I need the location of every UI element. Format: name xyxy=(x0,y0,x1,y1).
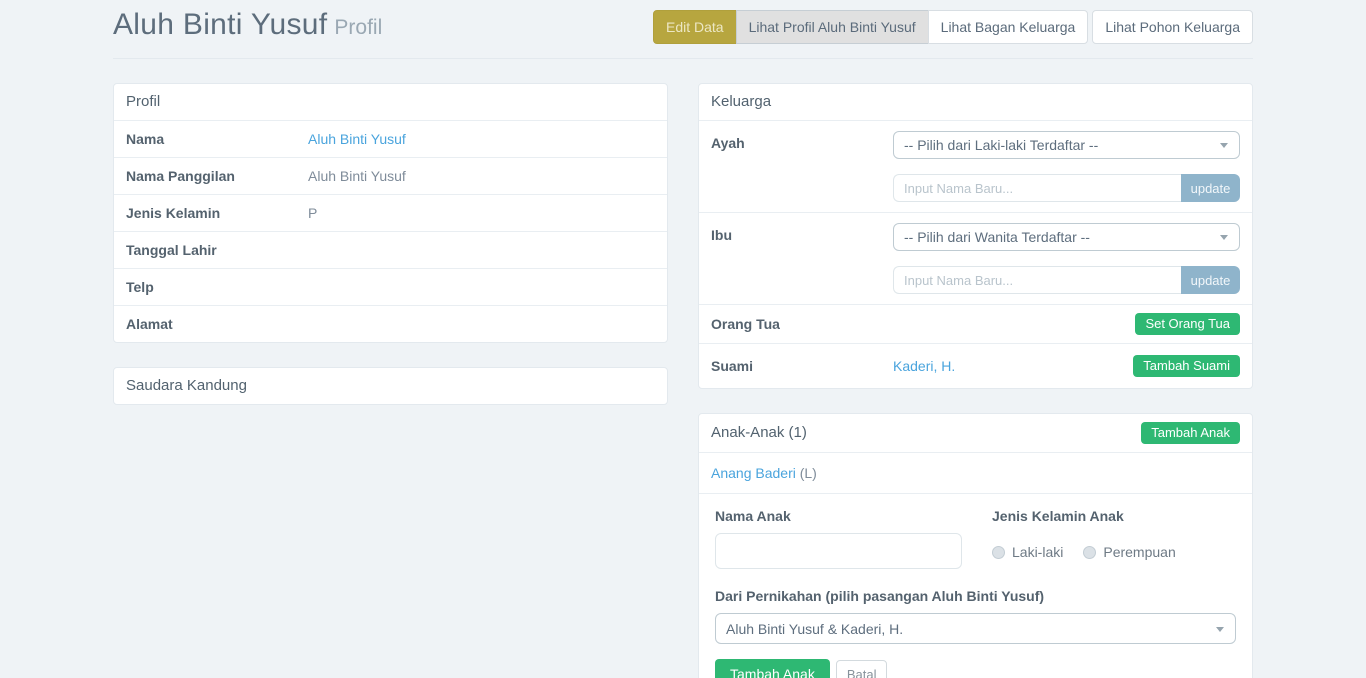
radio-option-perempuan[interactable]: Perempuan xyxy=(1083,544,1175,560)
row-label-tanggal-lahir: Tanggal Lahir xyxy=(126,242,308,258)
nama-anak-label: Nama Anak xyxy=(715,508,962,524)
tambah-anak-header-button[interactable]: Tambah Anak xyxy=(1141,422,1240,444)
lihat-profil-button[interactable]: Lihat Profil Aluh Binti Yusuf xyxy=(736,10,929,44)
child-list-item: Anang Baderi (L) xyxy=(699,452,1252,493)
ibu-select[interactable]: -- Pilih dari Wanita Terdaftar -- xyxy=(893,223,1240,251)
jenis-kelamin-value: P xyxy=(308,205,317,221)
anak-anak-panel-title: Anak-Anak (1) xyxy=(711,423,807,443)
ayah-row: Ayah -- Pilih dari Laki-laki Terdaftar -… xyxy=(699,120,1252,212)
pernikahan-select[interactable]: Aluh Binti Yusuf & Kaderi, H. xyxy=(715,613,1236,644)
ibu-new-name-input[interactable] xyxy=(893,266,1181,294)
page-title-block: Aluh Binti Yusuf Profil xyxy=(113,6,382,44)
ayah-update-button[interactable]: update xyxy=(1181,174,1240,202)
ibu-input-group: update xyxy=(893,266,1240,294)
keluarga-panel: Keluarga Ayah -- Pilih dari Laki-laki Te… xyxy=(698,83,1253,389)
anak-anak-panel: Anak-Anak (1) Tambah Anak Anang Baderi (… xyxy=(698,413,1253,678)
dari-pernikahan-label: Dari Pernikahan (pilih pasangan Aluh Bin… xyxy=(715,588,1236,604)
table-row: Alamat xyxy=(114,305,667,342)
edit-data-button[interactable]: Edit Data xyxy=(653,10,737,44)
table-row: Nama Panggilan Aluh Binti Yusuf xyxy=(114,157,667,194)
suami-name-link[interactable]: Kaderi, H. xyxy=(893,358,955,374)
add-child-form: Nama Anak Jenis Kelamin Anak Laki-laki xyxy=(699,493,1252,678)
orang-tua-label: Orang Tua xyxy=(711,316,893,332)
row-label-nama: Nama xyxy=(126,131,308,147)
profil-panel-title: Profil xyxy=(114,84,667,120)
radio-option-laki-laki[interactable]: Laki-laki xyxy=(992,544,1063,560)
tambah-anak-submit-button[interactable]: Tambah Anak xyxy=(715,659,830,678)
ayah-select[interactable]: -- Pilih dari Laki-laki Terdaftar -- xyxy=(893,131,1240,159)
suami-row: Suami Kaderi, H. Tambah Suami xyxy=(699,343,1252,388)
radio-laki-laki-label: Laki-laki xyxy=(1012,544,1063,560)
tambah-suami-button[interactable]: Tambah Suami xyxy=(1133,355,1240,377)
row-label-alamat: Alamat xyxy=(126,316,308,332)
profil-panel: Profil Nama Aluh Binti Yusuf Nama Panggi… xyxy=(113,83,668,343)
jenis-kelamin-anak-label: Jenis Kelamin Anak xyxy=(992,508,1236,524)
form-actions: Tambah Anak Batal xyxy=(715,659,1236,678)
page-title: Aluh Binti Yusuf xyxy=(113,8,327,41)
gender-radio-group: Laki-laki Perempuan xyxy=(992,533,1236,560)
row-label-telp: Telp xyxy=(126,279,308,295)
child-name-link[interactable]: Anang Baderi xyxy=(711,465,796,481)
row-label-nama-panggilan: Nama Panggilan xyxy=(126,168,308,184)
header-button-group: Edit Data Lihat Profil Aluh Binti Yusuf … xyxy=(653,10,1088,44)
row-label-jenis-kelamin: Jenis Kelamin xyxy=(126,205,308,221)
nama-anak-input[interactable] xyxy=(715,533,962,569)
child-gender-tag: (L) xyxy=(800,465,817,481)
ayah-input-group: update xyxy=(893,174,1240,202)
saudara-kandung-panel: Saudara Kandung xyxy=(113,367,668,405)
ayah-new-name-input[interactable] xyxy=(893,174,1181,202)
page-subtitle: Profil xyxy=(334,16,382,39)
anak-anak-panel-heading: Anak-Anak (1) Tambah Anak xyxy=(699,414,1252,452)
ayah-label: Ayah xyxy=(711,131,893,202)
ayah-select-wrap: -- Pilih dari Laki-laki Terdaftar -- xyxy=(893,131,1240,159)
lihat-pohon-keluarga-button[interactable]: Lihat Pohon Keluarga xyxy=(1092,10,1253,44)
table-row: Tanggal Lahir xyxy=(114,231,667,268)
radio-perempuan-label: Perempuan xyxy=(1103,544,1175,560)
saudara-kandung-panel-title: Saudara Kandung xyxy=(114,368,667,404)
set-orang-tua-button[interactable]: Set Orang Tua xyxy=(1135,313,1240,335)
page-header: Aluh Binti Yusuf Profil Edit Data Lihat P… xyxy=(113,6,1253,59)
table-row: Telp xyxy=(114,268,667,305)
ibu-select-wrap: -- Pilih dari Wanita Terdaftar -- xyxy=(893,223,1240,251)
nama-panggilan-value: Aluh Binti Yusuf xyxy=(308,168,406,184)
table-row: Jenis Kelamin P xyxy=(114,194,667,231)
ibu-update-button[interactable]: update xyxy=(1181,266,1240,294)
ibu-label: Ibu xyxy=(711,223,893,294)
table-row: Nama Aluh Binti Yusuf xyxy=(114,120,667,157)
lihat-bagan-keluarga-button[interactable]: Lihat Bagan Keluarga xyxy=(928,10,1089,44)
header-button-toolbar: Edit Data Lihat Profil Aluh Binti Yusuf … xyxy=(653,10,1253,44)
page-container: Aluh Binti Yusuf Profil Edit Data Lihat P… xyxy=(113,0,1253,678)
left-column: Profil Nama Aluh Binti Yusuf Nama Panggi… xyxy=(113,83,668,678)
keluarga-panel-title: Keluarga xyxy=(699,84,1252,120)
nama-value-link[interactable]: Aluh Binti Yusuf xyxy=(308,131,406,147)
pernikahan-select-wrap: Aluh Binti Yusuf & Kaderi, H. xyxy=(715,613,1236,644)
orang-tua-row: Orang Tua Set Orang Tua xyxy=(699,304,1252,343)
radio-unchecked-icon xyxy=(992,546,1005,559)
suami-label: Suami xyxy=(711,358,893,374)
right-column: Keluarga Ayah -- Pilih dari Laki-laki Te… xyxy=(698,83,1253,678)
ibu-row: Ibu -- Pilih dari Wanita Terdaftar -- up… xyxy=(699,212,1252,304)
radio-unchecked-icon xyxy=(1083,546,1096,559)
batal-button[interactable]: Batal xyxy=(836,660,888,678)
